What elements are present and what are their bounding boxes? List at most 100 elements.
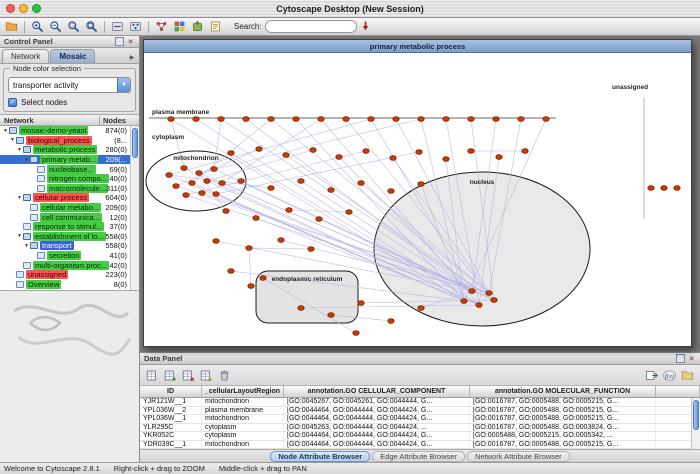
- expand-triangle-icon[interactable]: [16, 147, 23, 153]
- column-network[interactable]: Network: [0, 116, 99, 125]
- network-edge[interactable]: [222, 119, 321, 183]
- network-node[interactable]: [298, 306, 304, 311]
- expand-triangle-icon[interactable]: [23, 157, 30, 163]
- network-node[interactable]: [418, 117, 424, 122]
- network-node[interactable]: [486, 291, 492, 296]
- tab-scroll-right-icon[interactable]: [127, 51, 137, 63]
- tree-item-establishment-of-lo[interactable]: establishment of lo...558(0): [0, 232, 130, 242]
- network-node[interactable]: [353, 331, 359, 336]
- tree-item-cellular-metabo[interactable]: cellular metabo...209(0): [0, 203, 130, 213]
- open-attribute-file-icon[interactable]: [679, 368, 696, 383]
- network-node[interactable]: [283, 153, 289, 158]
- network-node[interactable]: [260, 276, 266, 281]
- expand-triangle-icon[interactable]: [23, 243, 30, 249]
- network-node[interactable]: [363, 149, 369, 154]
- tree-item-macromolecule[interactable]: macromolecule...311(0): [0, 184, 130, 194]
- network-node[interactable]: [336, 155, 342, 160]
- attribute-select-icon[interactable]: [144, 368, 161, 383]
- network-node[interactable]: [268, 117, 274, 122]
- table-row[interactable]: YPL036W__1mitochondrion[GO:0044464, GO:0…: [140, 415, 700, 424]
- network-node[interactable]: [278, 238, 284, 243]
- chevron-down-icon[interactable]: [117, 78, 130, 92]
- vizmapper-icon[interactable]: [171, 19, 188, 34]
- network-node[interactable]: [388, 319, 394, 324]
- tree-item-nitrogen-compo[interactable]: nitrogen compo...40(0): [0, 174, 130, 184]
- tab-mosaic[interactable]: Mosaic: [50, 49, 95, 63]
- annotation-icon[interactable]: [207, 19, 224, 34]
- network-node[interactable]: [493, 117, 499, 122]
- network-node[interactable]: [543, 117, 549, 122]
- network-node[interactable]: [522, 149, 528, 154]
- network-node[interactable]: [256, 147, 262, 152]
- network-edge[interactable]: [169, 119, 371, 175]
- tab-network[interactable]: Network: [2, 49, 49, 63]
- network-node[interactable]: [418, 306, 424, 311]
- zoom-window-button[interactable]: [32, 4, 41, 13]
- search-input[interactable]: [266, 22, 357, 31]
- network-edge[interactable]: [249, 248, 311, 249]
- network-node[interactable]: [246, 246, 252, 251]
- network-node[interactable]: [173, 184, 179, 189]
- network-node[interactable]: [268, 186, 274, 191]
- import-network-icon[interactable]: [153, 19, 170, 34]
- tree-item-mosaic-demo-yeast[interactable]: mosaic-demo-yeast874(0): [0, 126, 130, 136]
- plugin-manager-icon[interactable]: [189, 19, 206, 34]
- tree-item-cellular-process[interactable]: cellular process604(0): [0, 193, 130, 203]
- network-node[interactable]: [390, 156, 396, 161]
- network-node[interactable]: [443, 117, 449, 122]
- attribute-create-icon[interactable]: [162, 368, 179, 383]
- network-node[interactable]: [468, 117, 474, 122]
- table-scrollbar-thumb[interactable]: [693, 400, 699, 430]
- zoom-selected-icon[interactable]: [65, 19, 82, 34]
- network-node[interactable]: [358, 181, 364, 186]
- network-node[interactable]: [358, 301, 364, 306]
- search-combobox[interactable]: [265, 20, 357, 33]
- network-node[interactable]: [318, 117, 324, 122]
- table-row[interactable]: YPL036W__2plasma membrane[GO:0044464, GO…: [140, 407, 700, 416]
- network-node[interactable]: [193, 117, 199, 122]
- float-panel-icon[interactable]: [115, 37, 124, 46]
- network-node[interactable]: [476, 303, 482, 308]
- network-node[interactable]: [213, 239, 219, 244]
- network-canvas[interactable]: plasma membranecytoplasmmitochondrionnuc…: [144, 53, 691, 346]
- network-node[interactable]: [253, 216, 259, 221]
- column-nodes[interactable]: Nodes: [99, 116, 139, 125]
- network-overview-thumbnail[interactable]: [0, 290, 139, 462]
- search-options-icon[interactable]: [357, 19, 374, 34]
- network-window[interactable]: primary metabolic process plasma membran…: [143, 39, 692, 347]
- tree-scrollbar[interactable]: [130, 126, 139, 290]
- expand-triangle-icon[interactable]: [16, 195, 23, 201]
- network-node[interactable]: [461, 299, 467, 304]
- network-node[interactable]: [346, 210, 352, 215]
- network-node[interactable]: [213, 192, 219, 197]
- network-node[interactable]: [310, 148, 316, 153]
- tree-item-primary-metab[interactable]: primary metab...209(...: [0, 155, 130, 165]
- network-node[interactable]: [518, 117, 524, 122]
- import-table-icon[interactable]: [643, 368, 660, 383]
- tab-edge-attribute-browser[interactable]: Edge Attribute Browser: [372, 451, 465, 462]
- close-panel-icon[interactable]: [126, 37, 135, 46]
- network-node[interactable]: [219, 181, 225, 186]
- zoom-in-icon[interactable]: [29, 19, 46, 34]
- close-window-button[interactable]: [6, 4, 15, 13]
- network-node[interactable]: [468, 149, 474, 154]
- tree-item-response-to-stimul[interactable]: response to stimul...37(0): [0, 222, 130, 232]
- network-node[interactable]: [418, 182, 424, 187]
- table-row[interactable]: YDR039C__1mitochondrion[GO:0044464, GO:0…: [140, 441, 700, 450]
- network-node[interactable]: [183, 193, 189, 198]
- table-scrollbar[interactable]: [691, 398, 700, 449]
- network-node[interactable]: [286, 208, 292, 213]
- network-node[interactable]: [416, 150, 422, 155]
- network-node[interactable]: [328, 188, 334, 193]
- network-node[interactable]: [189, 181, 195, 186]
- network-node[interactable]: [328, 313, 334, 318]
- tab-network-attribute-browser[interactable]: Network Attribute Browser: [467, 451, 570, 462]
- network-node[interactable]: [238, 179, 244, 184]
- tree-item-overview[interactable]: Overview8(0): [0, 280, 130, 290]
- attribute-dropdown[interactable]: transporter activity: [8, 77, 131, 93]
- network-node[interactable]: [491, 298, 497, 303]
- tree-scrollbar-thumb[interactable]: [132, 128, 138, 158]
- network-edge[interactable]: [216, 152, 419, 194]
- network-node[interactable]: [199, 191, 205, 196]
- tree-item-multi-organism-proc[interactable]: multi-organism proc...42(0): [0, 260, 130, 270]
